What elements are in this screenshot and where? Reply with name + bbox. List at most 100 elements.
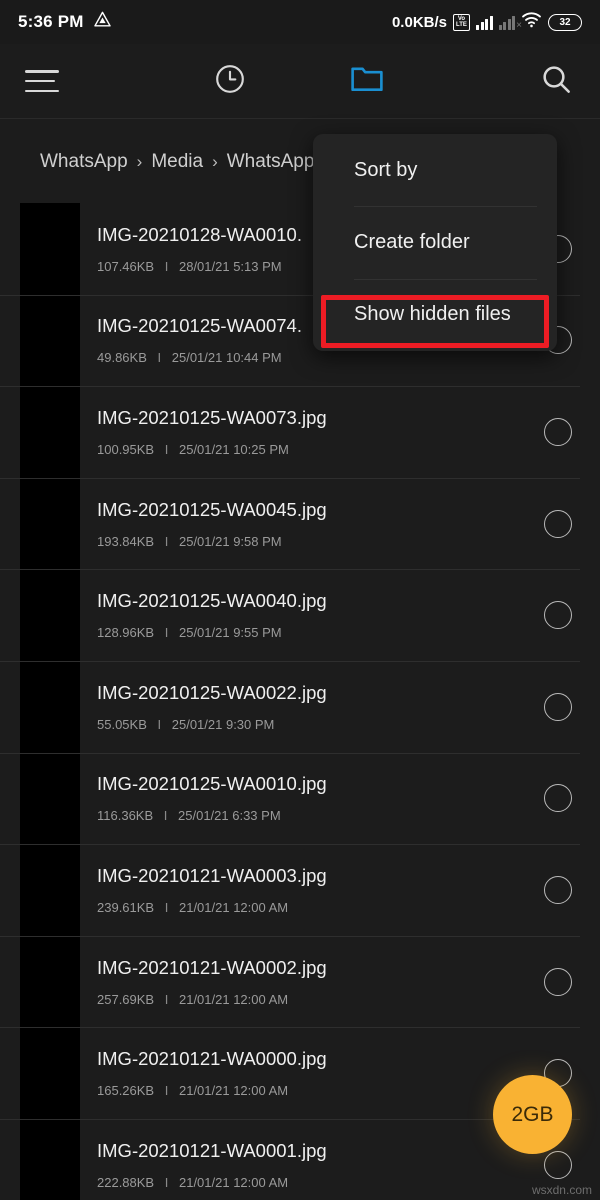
row-checkbox[interactable] <box>544 967 572 996</box>
file-meta: 100.95KB I 25/01/21 10:25 PM <box>97 442 580 457</box>
storage-fab-button[interactable]: 2GB <box>493 1075 572 1154</box>
file-size: 55.05KB <box>97 716 147 732</box>
file-name: IMG-20210125-WA0040.jpg <box>97 590 327 612</box>
table-row[interactable]: IMG-20210125-WA0073.jpg 100.95KB I 25/01… <box>0 386 600 478</box>
battery-indicator: 32 <box>548 13 582 31</box>
menu-item-show-hidden-files[interactable]: Show hidden files <box>313 278 557 351</box>
meta-separator: I <box>164 899 169 915</box>
table-row[interactable]: IMG-20210121-WA0003.jpg 239.61KB I 21/01… <box>0 844 600 936</box>
breadcrumb-separator-0: › <box>136 151 143 171</box>
file-date: 28/01/21 5:13 PM <box>178 258 282 274</box>
meta-separator: I <box>163 808 168 824</box>
row-checkbox[interactable] <box>544 875 572 904</box>
triangle-drive-icon <box>93 10 112 34</box>
row-checkbox[interactable] <box>544 509 572 538</box>
meta-separator: I <box>164 991 169 1007</box>
status-bar-right: 0.0KB/s Vo LTE 32 <box>392 11 582 33</box>
file-name: IMG-20210125-WA0022.jpg <box>97 681 327 703</box>
file-size: 193.84KB <box>97 533 155 549</box>
meta-separator: I <box>164 1083 169 1099</box>
file-date: 25/01/21 6:33 PM <box>178 808 281 824</box>
hamburger-menu-icon[interactable] <box>25 70 59 92</box>
clock-icon[interactable] <box>214 63 246 100</box>
file-size: 165.26KB <box>97 1083 155 1099</box>
wifi-icon <box>521 11 542 33</box>
table-row[interactable]: IMG-20210125-WA0022.jpg 55.05KB I 25/01/… <box>0 660 600 753</box>
menu-item-create-folder[interactable]: Create folder <box>313 206 557 278</box>
file-meta: 222.88KB I 21/01/21 12:00 AM <box>97 1175 580 1190</box>
hamburger-menu-button[interactable] <box>0 70 162 92</box>
meta-separator: I <box>157 716 162 732</box>
file-date: 25/01/21 9:30 PM <box>171 716 275 732</box>
search-icon[interactable] <box>540 63 572 100</box>
table-row[interactable]: IMG-20210125-WA0040.jpg 128.96KB I 25/01… <box>0 569 600 661</box>
file-size: 239.61KB <box>97 899 155 915</box>
file-name: IMG-20210121-WA0003.jpg <box>97 864 327 886</box>
app-toolbar <box>0 44 600 119</box>
file-name: IMG-20210125-WA0073.jpg <box>97 406 327 428</box>
file-size: 116.36KB <box>97 808 154 824</box>
file-size: 107.46KB <box>97 258 155 274</box>
overflow-menu[interactable]: Sort by Create folder Show hidden files <box>313 134 557 351</box>
signal-bars-disabled-icon <box>498 15 521 31</box>
volte-icon: Vo LTE <box>453 13 470 31</box>
folder-browser-tab[interactable] <box>299 64 436 99</box>
meta-separator: I <box>164 533 169 549</box>
breadcrumb-item-0[interactable]: WhatsApp <box>40 151 128 173</box>
network-speed-indicator: 0.0KB/s <box>391 13 447 31</box>
file-meta: 49.86KB I 25/01/21 10:44 PM <box>97 350 580 365</box>
battery-level-label: 32 <box>559 16 571 28</box>
search-button[interactable] <box>435 63 600 100</box>
row-checkbox[interactable] <box>544 601 572 630</box>
file-size: 128.96KB <box>97 625 155 641</box>
file-meta: 239.61KB I 21/01/21 12:00 AM <box>97 900 580 915</box>
file-size: 222.88KB <box>97 1174 155 1190</box>
table-row[interactable]: IMG-20210125-WA0010.jpg 116.36KB I 25/01… <box>0 752 600 845</box>
file-list: IMG-20210128-WA0010. 107.46KB I 28/01/21… <box>0 203 600 1200</box>
meta-separator: I <box>164 258 169 274</box>
file-name: IMG-20210121-WA0002.jpg <box>97 956 327 978</box>
file-meta: 257.69KB I 21/01/21 12:00 AM <box>97 992 580 1007</box>
watermark: wsxdn.com <box>531 1183 592 1197</box>
file-date: 21/01/21 12:00 AM <box>178 1083 289 1099</box>
file-manager-screen: 5:36 PM 0.0KB/s Vo LTE × 32 WhatsApp › M… <box>0 0 600 1200</box>
breadcrumb-item-2[interactable]: WhatsApp <box>227 151 315 173</box>
meta-separator: I <box>157 350 162 366</box>
row-checkbox[interactable] <box>544 784 572 813</box>
file-date: 25/01/21 9:55 PM <box>178 625 282 641</box>
table-row[interactable]: IMG-20210125-WA0045.jpg 193.84KB I 25/01… <box>0 477 600 570</box>
breadcrumb-separator-1: › <box>212 151 218 171</box>
signal-bars-icon <box>476 15 493 30</box>
meta-separator: I <box>164 1174 169 1190</box>
file-meta: 128.96KB I 25/01/21 9:55 PM <box>97 625 580 640</box>
file-size: 257.69KB <box>97 991 155 1007</box>
breadcrumb-item-1[interactable]: Media <box>151 151 203 173</box>
file-name: IMG-20210121-WA0000.jpg <box>97 1048 327 1070</box>
meta-separator: I <box>164 625 169 641</box>
file-date: 21/01/21 12:00 AM <box>178 991 289 1007</box>
table-row[interactable]: IMG-20210121-WA0002.jpg 257.69KB I 21/01… <box>0 935 600 1028</box>
file-date: 25/01/21 10:25 PM <box>178 441 289 457</box>
file-meta: 193.84KB I 25/01/21 9:58 PM <box>97 534 580 549</box>
row-checkbox[interactable] <box>544 692 572 721</box>
file-date: 25/01/21 9:58 PM <box>178 533 282 549</box>
file-meta: 55.05KB I 25/01/21 9:30 PM <box>97 717 580 732</box>
file-date: 21/01/21 12:00 AM <box>178 1174 289 1190</box>
file-name: IMG-20210125-WA0010.jpg <box>97 773 327 795</box>
file-meta: 116.36KB I 25/01/21 6:33 PM <box>97 808 580 823</box>
menu-item-sort-by[interactable]: Sort by <box>313 134 557 206</box>
row-checkbox[interactable] <box>544 417 572 446</box>
volte-label-bottom: LTE <box>456 22 467 28</box>
meta-separator: I <box>164 441 169 457</box>
file-size: 49.86KB <box>97 350 147 366</box>
folder-icon[interactable] <box>350 64 384 99</box>
recent-files-tab[interactable] <box>162 63 299 100</box>
file-date: 25/01/21 10:44 PM <box>171 350 282 366</box>
file-date: 21/01/21 12:00 AM <box>178 899 289 915</box>
status-bar-clock: 5:36 PM <box>18 12 84 31</box>
row-checkbox[interactable] <box>544 1150 572 1179</box>
status-bar-left: 5:36 PM <box>18 10 112 34</box>
status-bar: 5:36 PM 0.0KB/s Vo LTE × 32 <box>0 0 600 44</box>
file-size: 100.95KB <box>97 441 155 457</box>
file-name: IMG-20210125-WA0045.jpg <box>97 498 327 520</box>
